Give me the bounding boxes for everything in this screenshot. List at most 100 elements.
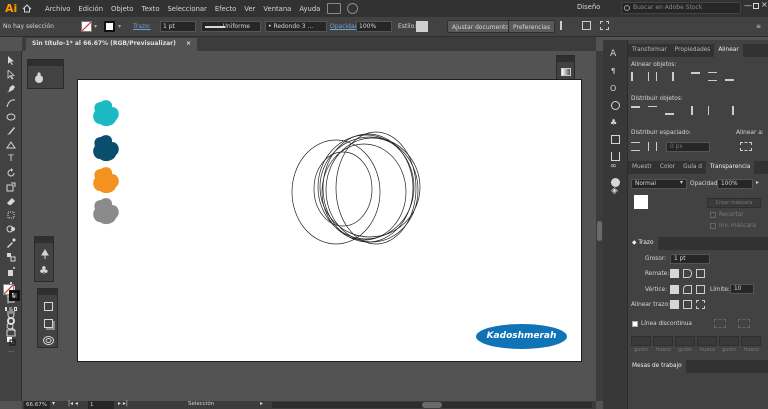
panel-header[interactable] <box>38 289 57 295</box>
butt-cap-icon[interactable] <box>670 269 679 278</box>
document-tab[interactable]: Sin título-1* al 66.67% (RGB/Previsualiz… <box>26 38 197 51</box>
distribute-vspace-icon[interactable] <box>631 142 640 151</box>
menu-edicion[interactable]: Edición <box>78 5 103 13</box>
brush-tool-icon[interactable] <box>4 125 18 136</box>
distribute-bottom-icon[interactable] <box>665 106 674 115</box>
align-vcenter-icon[interactable] <box>708 72 717 81</box>
miter-join-icon[interactable] <box>670 285 679 294</box>
panel-header[interactable] <box>35 237 53 243</box>
clip-checkbox[interactable] <box>710 212 716 218</box>
layers-icon[interactable] <box>44 319 53 328</box>
bevel-join-icon[interactable] <box>696 285 705 294</box>
variable-width-profile[interactable]: Uniforme <box>201 21 261 32</box>
distribute-top-icon[interactable] <box>631 106 640 115</box>
stock-search-input[interactable]: Buscar en Adobe Stock <box>621 2 741 14</box>
panel-header[interactable] <box>557 56 574 62</box>
blend-tool-icon[interactable] <box>4 251 18 262</box>
distribute-left-icon[interactable] <box>691 106 700 115</box>
menu-texto[interactable]: Texto <box>142 5 160 13</box>
status-menu-icon[interactable]: ▸ <box>260 400 263 407</box>
fill-swatch[interactable] <box>81 21 92 32</box>
club-icon[interactable]: ♣ <box>39 264 49 277</box>
gap-field-3[interactable] <box>741 336 761 346</box>
color-mode-icons[interactable] <box>4 305 18 313</box>
stroke-panel-link[interactable]: Trazo: <box>133 20 151 33</box>
opentype-icon[interactable]: O <box>610 84 616 93</box>
preferences-button[interactable]: Preferencias <box>508 20 555 33</box>
ellipse-tool-icon[interactable] <box>4 111 18 122</box>
dash-preserve-icon[interactable] <box>714 319 726 328</box>
align-top-icon[interactable] <box>691 72 700 81</box>
menu-efecto[interactable]: Efecto <box>215 5 236 13</box>
links-icon[interactable]: ∞ <box>610 161 617 170</box>
menu-archivo[interactable]: Archivo <box>45 5 70 13</box>
zoom-dropdown-icon[interactable]: ▾ <box>52 400 55 407</box>
blob-orange[interactable] <box>92 166 122 195</box>
vertical-scrollbar-thumb[interactable] <box>597 221 602 241</box>
align-stroke-center-icon[interactable] <box>670 300 679 309</box>
round-cap-icon[interactable] <box>683 269 692 278</box>
symbol-thumbnail-icon[interactable] <box>33 72 45 84</box>
tab-color-guide[interactable]: Guía d <box>679 161 706 174</box>
panel-menu-icon[interactable]: ≡ <box>756 20 761 33</box>
spacing-field[interactable]: 0 px <box>666 142 710 152</box>
tab-artboards[interactable]: Mesas de trabajo <box>628 360 686 373</box>
dash-field-1[interactable] <box>631 336 651 346</box>
draw-mode-icon[interactable] <box>4 315 18 326</box>
blob-gray[interactable] <box>92 197 122 226</box>
circle-strokes-artwork[interactable] <box>288 130 423 250</box>
adjust-document-button[interactable]: Ajustar documento <box>447 20 515 33</box>
selection-tool-icon[interactable] <box>4 55 18 66</box>
tab-stroke[interactable]: ◆ Trazo <box>628 237 658 250</box>
stroke-indicator[interactable] <box>9 290 20 301</box>
transparency-thumbnail[interactable] <box>634 195 648 209</box>
tab-properties[interactable]: Propiedades <box>671 44 715 57</box>
gpu-icon[interactable] <box>347 3 359 14</box>
dash-align-icon[interactable] <box>738 319 750 328</box>
tab-swatches[interactable]: Muestr <box>628 161 656 174</box>
zoom-field[interactable]: 66.67% <box>24 401 50 409</box>
gap-field-2[interactable] <box>697 336 717 346</box>
round-join-icon[interactable] <box>683 285 692 294</box>
symbols-icon[interactable]: ♣ <box>610 118 617 127</box>
scale-tool-icon[interactable] <box>4 181 18 192</box>
edit-toolbar-icon[interactable]: ··· <box>4 347 18 358</box>
window-minimize-icon[interactable]: — <box>744 1 752 10</box>
eraser-tool-icon[interactable] <box>4 195 18 206</box>
align-to-selection-icon[interactable] <box>740 142 752 151</box>
artboard-nav-prev-icon[interactable]: |◂ ◂ <box>68 400 78 407</box>
invert-mask-checkbox[interactable] <box>710 223 716 229</box>
type-tool-icon[interactable]: T <box>4 153 18 164</box>
limit-field[interactable]: 10 <box>730 284 754 294</box>
brushes-icon[interactable] <box>611 101 620 110</box>
distribute-right-icon[interactable] <box>725 106 734 115</box>
export-icon[interactable] <box>611 152 620 161</box>
eyedropper-tool-icon[interactable] <box>4 237 18 248</box>
rotate-tool-icon[interactable] <box>4 167 18 178</box>
close-tab-icon[interactable]: × <box>186 40 191 47</box>
transform-icon[interactable] <box>582 21 591 30</box>
align-stroke-outside-icon[interactable] <box>696 300 705 309</box>
gradient-icon[interactable] <box>561 68 571 76</box>
make-mask-button[interactable]: Crear máscara <box>707 198 761 208</box>
blob-dark-blue[interactable] <box>92 134 122 163</box>
artboard-nav-next-icon[interactable]: ▸ ▸| <box>118 400 128 407</box>
artboard-number-field[interactable]: 1 <box>88 401 114 409</box>
shaper-tool-icon[interactable] <box>4 139 18 150</box>
symbol-sprayer-tool-icon[interactable] <box>4 265 18 276</box>
transparency-opacity-field[interactable]: 100% <box>717 179 753 189</box>
blend-mode-dropdown-icon[interactable]: ▾ <box>680 180 683 186</box>
dash-field-2[interactable] <box>675 336 695 346</box>
curvature-tool-icon[interactable] <box>4 97 18 108</box>
vertical-scrollbar[interactable] <box>596 51 603 401</box>
opacity-field[interactable]: 100% <box>356 21 392 32</box>
align-hcenter-icon[interactable] <box>648 72 657 81</box>
align-stroke-inside-icon[interactable] <box>683 300 692 309</box>
pen-tool-icon[interactable] <box>4 83 18 94</box>
workspace-switcher[interactable]: Diseño <box>577 3 600 11</box>
arrange-documents-icon[interactable] <box>327 3 342 14</box>
stroke-panel-weight-field[interactable]: 1 pt <box>670 254 710 264</box>
direct-selection-tool-icon[interactable] <box>4 69 18 80</box>
window-maximize-icon[interactable] <box>753 3 759 9</box>
align-icon[interactable] <box>560 21 569 30</box>
